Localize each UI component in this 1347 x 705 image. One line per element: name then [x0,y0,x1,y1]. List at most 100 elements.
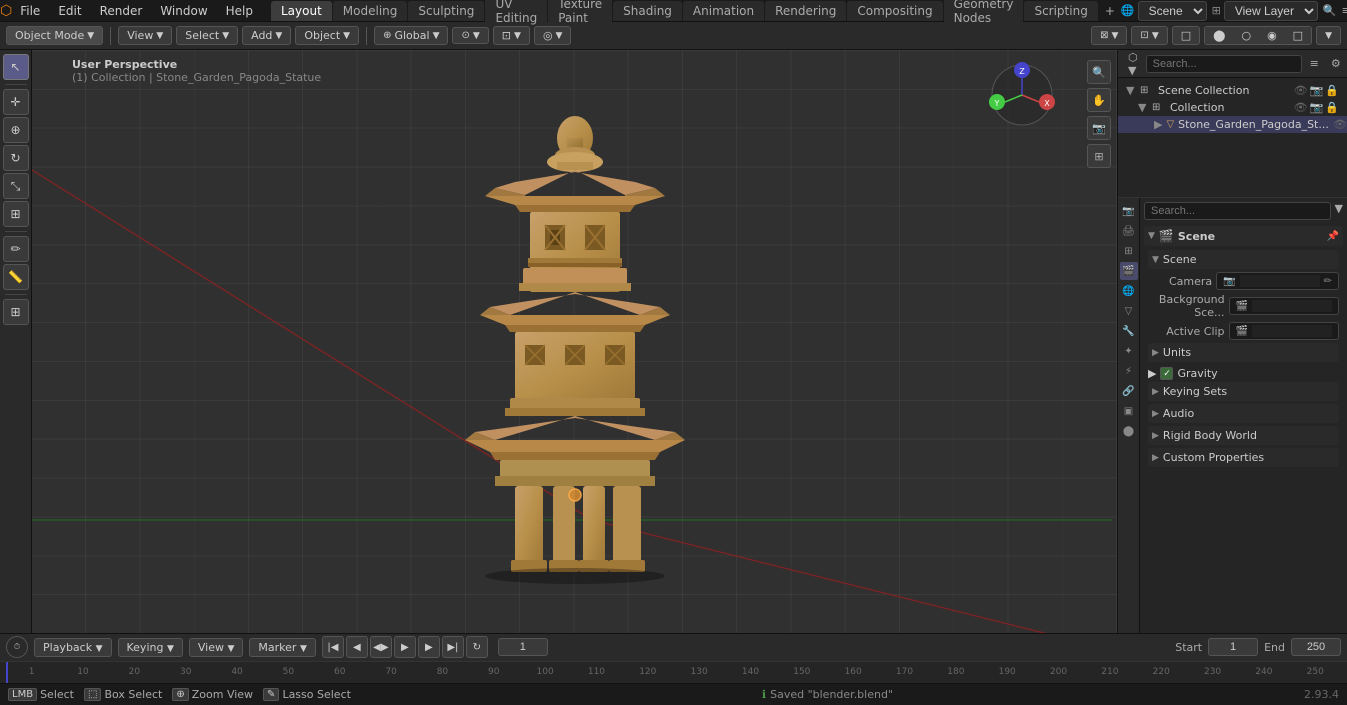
object-menu[interactable]: Object ▼ [295,26,359,45]
tool-move[interactable]: ⊕ [3,117,29,143]
prop-filter[interactable]: ≡ [1306,55,1323,72]
tool-rotate[interactable]: ↻ [3,145,29,171]
proportional-edit[interactable]: ◎ ▼ [534,26,572,45]
pagoda-visibility-icon[interactable]: 👁 [1333,118,1347,131]
prop-header-dropdown[interactable]: ⬡ ▼ [1124,49,1142,79]
overlay-toggle[interactable]: ⊡ ▼ [1131,26,1167,45]
prop-view-layer-icon[interactable]: ⊞ [1120,242,1138,260]
tab-add[interactable]: + [1099,1,1121,21]
step-fwd-btn[interactable]: ▶ [418,636,440,658]
prop-search-input[interactable] [1144,202,1331,220]
keying-section[interactable]: ▶ Keying Sets [1148,382,1339,401]
tab-rendering[interactable]: Rendering [765,1,846,21]
gizmo-toggle[interactable]: ⊠ ▼ [1091,26,1127,45]
tool-cursor[interactable]: ✛ [3,89,29,115]
start-frame-input[interactable]: 1 [1208,638,1258,656]
gravity-checkbox[interactable]: ✓ [1160,367,1173,380]
loop-btn[interactable]: ↻ [466,636,488,658]
view-layer-selector[interactable]: View Layer [1224,1,1318,21]
render-view-icon[interactable]: ⊞ [1087,144,1111,168]
collection-visibility-icon[interactable]: 👁 [1294,101,1308,114]
pan-icon[interactable]: ✋ [1087,88,1111,112]
collection-render-icon[interactable]: 📷 [1310,101,1324,114]
rendered-shading[interactable]: ◉ [1259,27,1285,44]
prop-data-icon[interactable]: ▣ [1120,402,1138,420]
material-shading[interactable]: ○ [1233,27,1259,44]
prop-settings[interactable]: ⚙ [1327,55,1345,72]
wire-shading[interactable]: □ [1285,27,1311,44]
tab-layout[interactable]: Layout [271,1,332,21]
mode-selector[interactable]: Object Mode ▼ [6,26,103,45]
render-icon[interactable]: 📷 [1310,84,1324,97]
prop-render-icon[interactable]: 📷 [1120,202,1138,220]
outliner-search[interactable] [1146,55,1302,73]
step-back-btn[interactable]: ◀ [346,636,368,658]
visibility-icon[interactable]: 👁 [1294,84,1308,97]
tab-geometry-nodes[interactable]: Geometry Nodes [944,0,1024,28]
tab-sculpting[interactable]: Sculpting [408,1,484,21]
prop-physics-icon[interactable]: ⚡ [1120,362,1138,380]
tab-shading[interactable]: Shading [613,1,682,21]
prop-output-icon[interactable]: 🖨 [1120,222,1138,240]
viewport-3d[interactable]: User Perspective (1) Collection | Stone_… [32,50,1117,633]
snap-toggle[interactable]: ⊡ ▼ [493,26,530,45]
shading-options[interactable]: ▼ [1316,26,1341,45]
tab-modeling[interactable]: Modeling [333,1,408,21]
tool-measure[interactable]: 📏 [3,264,29,290]
outliner-collection[interactable]: ▼ ⊞ Collection 👁 📷 🔒 [1118,99,1347,116]
lock-icon[interactable]: 🔒 [1325,84,1339,97]
menu-file[interactable]: File [12,2,48,20]
bg-scene-value[interactable]: 🎬 [1229,297,1339,315]
menu-render[interactable]: Render [92,2,151,20]
solid-shading[interactable]: ⬤ [1205,27,1233,44]
tab-uv-editing[interactable]: UV Editing [485,0,547,28]
view-menu[interactable]: View ▼ [118,26,172,45]
select-menu[interactable]: Select ▼ [176,26,238,45]
tool-add-cube[interactable]: ⊞ [3,299,29,325]
play-back-btn[interactable]: ◀▶ [370,636,392,658]
camera-view-icon[interactable]: 📷 [1087,116,1111,140]
nav-gizmo[interactable]: Z X Y [987,60,1057,130]
options-icon[interactable]: ≡ [1342,4,1347,17]
transform-global[interactable]: ⊕ Global ▼ [374,26,448,45]
rigid-body-section[interactable]: ▶ Rigid Body World [1148,426,1339,445]
timeline-ruler[interactable]: 1 10 20 30 40 50 60 70 80 90 100 110 120… [0,662,1347,684]
tool-select[interactable]: ↖ [3,54,29,80]
tab-animation[interactable]: Animation [683,1,764,21]
keying-menu[interactable]: Keying ▼ [118,638,183,657]
zoom-icon[interactable]: 🔍 [1087,60,1111,84]
menu-edit[interactable]: Edit [50,2,89,20]
tool-annotate[interactable]: ✏ [3,236,29,262]
play-btn[interactable]: ▶ [394,636,416,658]
scene-pin-icon[interactable]: 📌 [1327,231,1339,242]
menu-window[interactable]: Window [152,2,215,20]
audio-section[interactable]: ▶ Audio [1148,404,1339,423]
view-menu-timeline[interactable]: View ▼ [189,638,244,657]
end-frame-input[interactable]: 250 [1291,638,1341,656]
fps-indicator[interactable]: ⏱ [6,636,28,658]
tab-compositing[interactable]: Compositing [847,1,942,21]
tab-texture-paint[interactable]: Texture Paint [548,0,612,28]
prop-scene-icon[interactable]: 🎬 [1120,262,1138,280]
search-global-icon[interactable]: 🔍 [1323,4,1337,17]
xray-toggle[interactable]: □ [1172,26,1200,45]
camera-value[interactable]: 📷 ✏ [1216,272,1339,290]
tab-scripting[interactable]: Scripting [1024,1,1097,21]
add-menu[interactable]: Add ▼ [242,26,291,45]
marker-menu[interactable]: Marker ▼ [249,638,315,657]
prop-world-icon[interactable]: 🌐 [1120,282,1138,300]
active-clip-value[interactable]: 🎬 [1229,322,1339,340]
scene-section-header[interactable]: ▼ 🎬 Scene 📌 [1144,226,1343,246]
jump-start-btn[interactable]: |◀ [322,636,344,658]
prop-search-filter[interactable]: ▼ [1335,202,1343,220]
outliner-stone-pagoda[interactable]: ▶ ▽ Stone_Garden_Pagoda_St... 👁 📷 🔒 [1118,116,1347,133]
custom-props-section[interactable]: ▶ Custom Properties [1148,448,1339,467]
prop-constraints-icon[interactable]: 🔗 [1120,382,1138,400]
prop-modifier-icon[interactable]: 🔧 [1120,322,1138,340]
prop-object-icon[interactable]: ▽ [1120,302,1138,320]
collection-lock-icon[interactable]: 🔒 [1325,101,1339,114]
jump-end-btn[interactable]: ▶| [442,636,464,658]
prop-material-icon[interactable]: ⬤ [1120,422,1138,440]
outliner-scene-collection[interactable]: ▼ ⊞ Scene Collection 👁 📷 🔒 [1118,82,1347,99]
tool-scale[interactable]: ⤡ [3,173,29,199]
